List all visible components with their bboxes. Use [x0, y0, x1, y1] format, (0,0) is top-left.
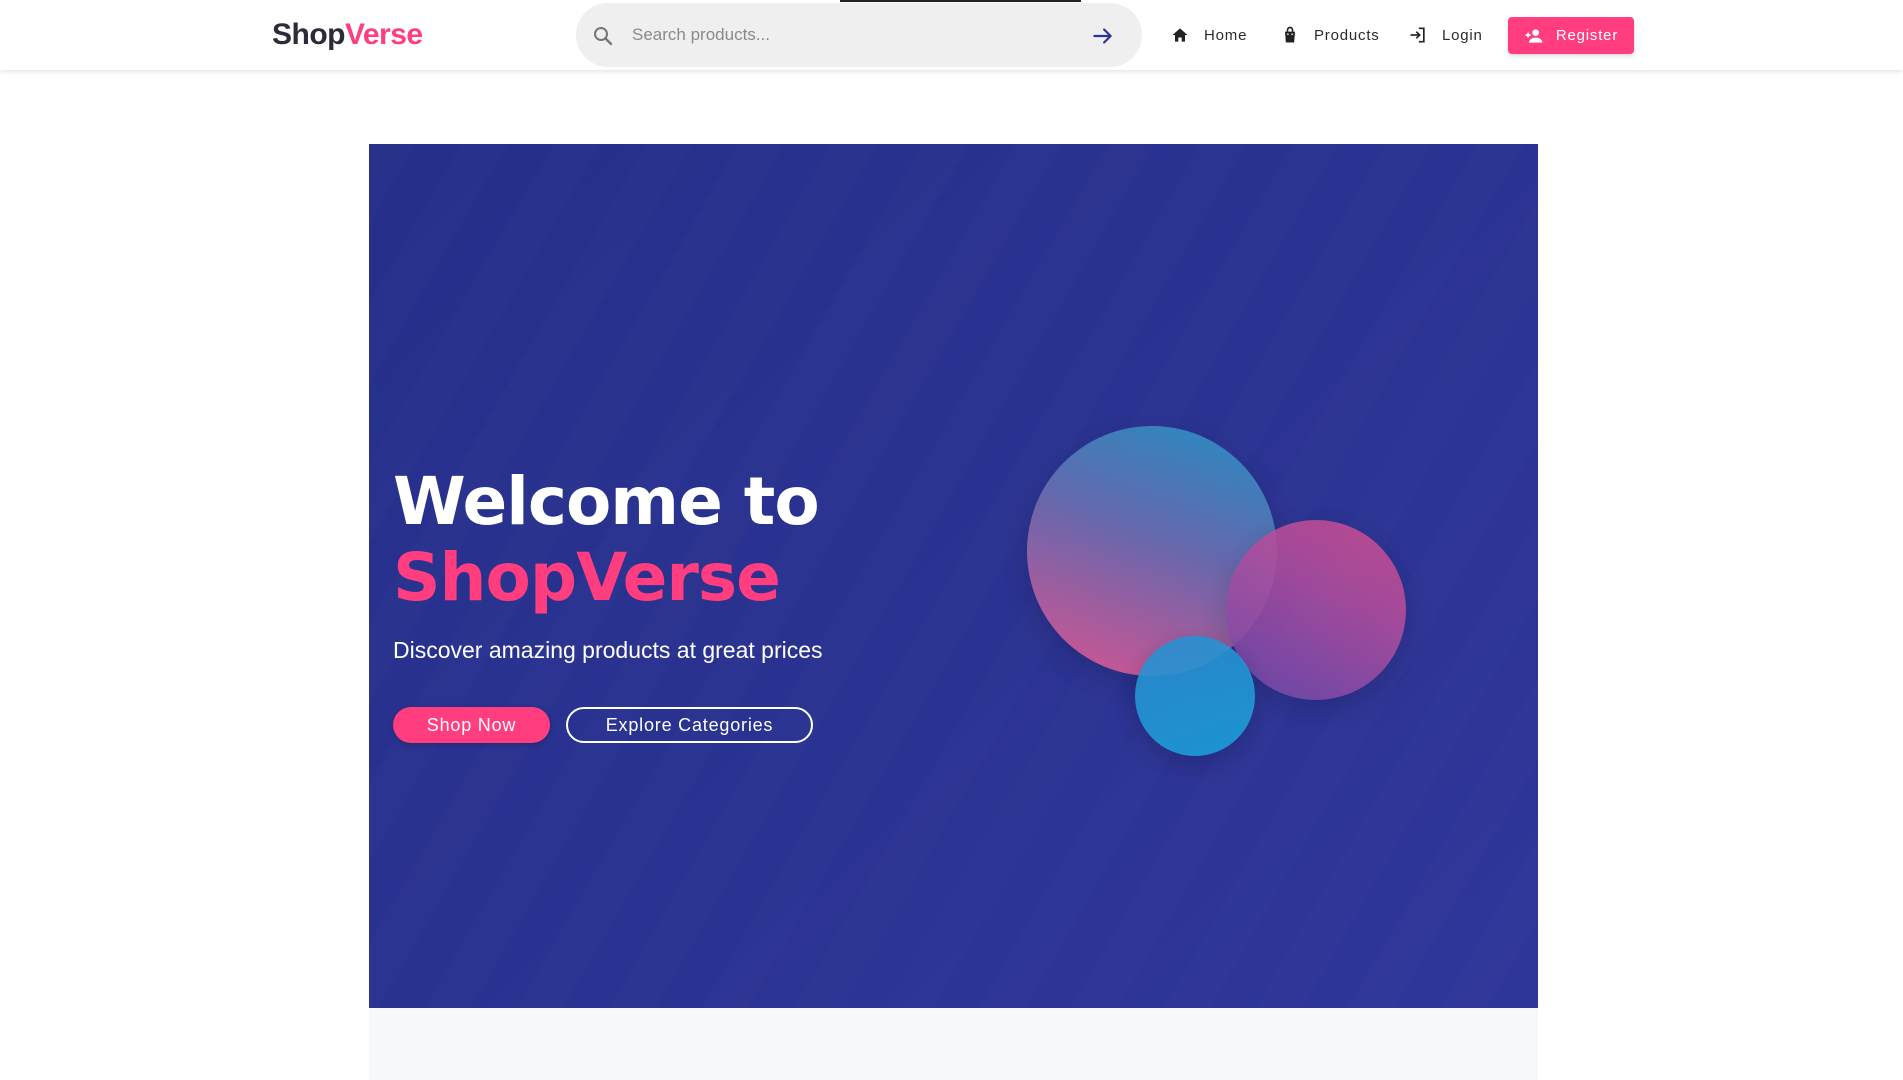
- brand-logo-part1: Shop: [272, 18, 346, 51]
- hero-banner: Welcome to ShopVerse Discover amazing pr…: [369, 144, 1538, 1008]
- search-submit-button[interactable]: [1090, 23, 1116, 49]
- shop-now-button[interactable]: Shop Now: [393, 707, 550, 743]
- nav-products[interactable]: Products: [1280, 18, 1380, 52]
- register-button[interactable]: Register: [1508, 17, 1634, 54]
- decorative-circle-pink: [1226, 520, 1406, 700]
- person-add-icon: [1525, 28, 1543, 43]
- search-input[interactable]: [632, 20, 1072, 50]
- nav-login-label: Login: [1442, 26, 1483, 44]
- nav-home-label: Home: [1204, 26, 1248, 44]
- search-icon: [591, 24, 615, 48]
- login-icon: [1410, 27, 1425, 43]
- shopping-bag-icon: [1285, 26, 1295, 43]
- search-bar: [576, 3, 1142, 67]
- next-section: [369, 1008, 1538, 1080]
- hero-title-line1: Welcome to: [393, 463, 820, 540]
- nav-products-label: Products: [1314, 26, 1380, 44]
- brand-logo-part2: Verse: [345, 18, 423, 51]
- home-icon: [1172, 28, 1188, 42]
- explore-categories-button[interactable]: Explore Categories: [566, 707, 813, 743]
- hero-title: Welcome to ShopVerse: [393, 463, 820, 616]
- decorative-circle-blue: [1135, 636, 1255, 756]
- nav-home[interactable]: Home: [1170, 18, 1247, 52]
- hero-title-line2: ShopVerse: [393, 539, 781, 616]
- search-focus-indicator: [840, 0, 1081, 2]
- top-navbar: ShopVerse Home Products: [0, 0, 1903, 70]
- register-button-label: Register: [1555, 27, 1619, 44]
- arrow-right-icon: [1093, 28, 1112, 44]
- brand-logo[interactable]: ShopVerse: [272, 16, 423, 54]
- nav-login[interactable]: Login: [1408, 18, 1483, 52]
- hero-subtitle: Discover amazing products at great price…: [393, 637, 823, 663]
